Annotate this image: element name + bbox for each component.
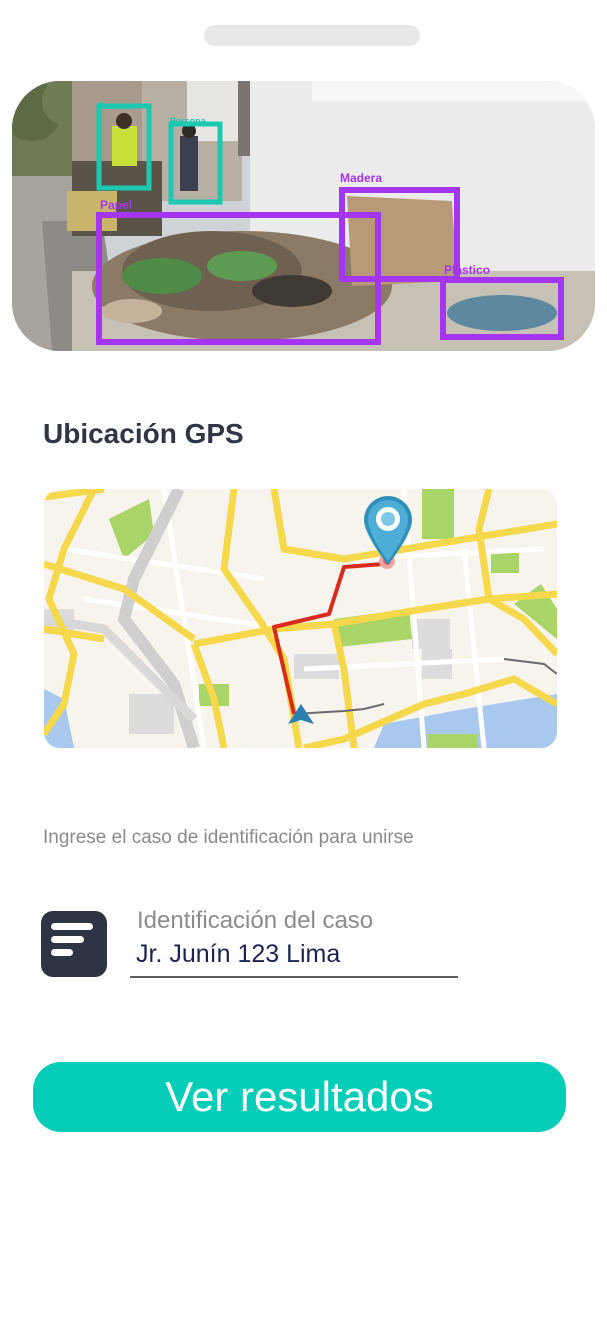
detection-photo: Persona Persona Madera Papel Plastico bbox=[12, 81, 595, 351]
detection-label: Persona bbox=[98, 101, 134, 111]
gps-map[interactable] bbox=[44, 489, 557, 748]
navigation-arrow-icon bbox=[288, 704, 314, 724]
case-id-input[interactable] bbox=[136, 938, 446, 970]
gps-section-title: Ubicación GPS bbox=[43, 418, 244, 449]
detection-label: Papel bbox=[100, 198, 133, 212]
drag-handle[interactable] bbox=[204, 25, 420, 46]
document-lines-icon bbox=[41, 911, 107, 977]
detection-label: Plastico bbox=[444, 263, 491, 277]
detection-label: Persona bbox=[170, 116, 206, 126]
join-instructions: Ingrese el caso de identificación para u… bbox=[43, 827, 414, 848]
case-id-label: Identificación del caso bbox=[137, 907, 374, 934]
view-results-button[interactable]: Ver resultados bbox=[33, 1062, 566, 1132]
case-id-field[interactable]: Identificación del caso bbox=[130, 905, 458, 978]
street-scene-image bbox=[12, 81, 595, 351]
detection-label: Madera bbox=[340, 171, 383, 185]
location-pin-icon[interactable] bbox=[362, 495, 414, 567]
